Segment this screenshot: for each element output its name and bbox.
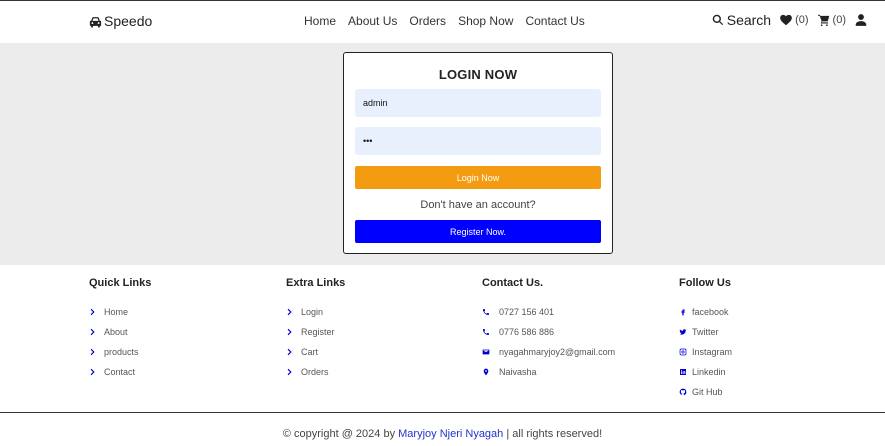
extra-links-title: Extra Links [286, 277, 346, 289]
follow-title: Follow Us [679, 277, 731, 289]
user-icon [855, 14, 867, 26]
footer-divider [0, 412, 885, 413]
login-button[interactable]: Login Now [355, 166, 601, 189]
nav-shop[interactable]: Shop Now [458, 14, 513, 28]
map-pin-icon [483, 368, 489, 376]
footer-link-products[interactable]: products [89, 342, 151, 362]
social-instagram[interactable]: Instagram [679, 342, 732, 362]
social-linkedin[interactable]: Linkedin [679, 362, 732, 382]
cart-icon [817, 14, 829, 27]
nav-orders[interactable]: Orders [409, 14, 446, 28]
no-account-text: Don't have an account? [420, 199, 536, 211]
wishlist-button[interactable]: (0) [779, 13, 809, 27]
user-button[interactable] [854, 13, 868, 27]
username-input[interactable] [355, 89, 601, 117]
contact-column: Contact Us. 0727 156 401 0776 586 886 ny… [482, 277, 615, 382]
header-actions: Search (0) (0) [711, 12, 868, 28]
heart-icon [780, 14, 792, 26]
cart-count: (0) [832, 14, 846, 26]
login-form: LOGIN NOW Login Now Don't have an accoun… [343, 52, 613, 254]
phone-icon [483, 329, 489, 335]
facebook-icon [681, 309, 685, 316]
twitter-icon [679, 329, 687, 335]
footer-link-about[interactable]: About [89, 322, 151, 342]
quick-links-title: Quick Links [89, 277, 152, 289]
chevron-right-icon [90, 368, 95, 376]
site-footer: Quick Links Home About products Contact … [0, 265, 885, 413]
brand-logo[interactable]: Speedo [88, 13, 152, 29]
cart-button[interactable]: (0) [817, 13, 846, 27]
footer-link-contact[interactable]: Contact [89, 362, 151, 382]
brand-name: Speedo [104, 13, 153, 29]
follow-column: Follow Us facebook Twitter Instagram Lin… [679, 277, 732, 402]
footer-link-home[interactable]: Home [89, 302, 151, 322]
author-link[interactable]: Maryjoy Njeri Nyagah [398, 428, 503, 440]
phone-icon [483, 309, 489, 315]
search-label: Search [726, 12, 772, 28]
contact-location: Naivasha [482, 362, 615, 382]
contact-title: Contact Us. [482, 277, 544, 289]
footer-link-login[interactable]: Login [286, 302, 345, 322]
chevron-right-icon [287, 328, 292, 336]
login-title: LOGIN NOW [438, 67, 518, 82]
instagram-icon [679, 348, 687, 356]
contact-email[interactable]: nyagahmaryjoy2@gmail.com [482, 342, 615, 362]
chevron-right-icon [287, 368, 292, 376]
site-header: Speedo Home About Us Orders Shop Now Con… [0, 0, 885, 43]
copyright-text: © copyright @ 2024 by Maryjoy Njeri Nyag… [0, 428, 885, 440]
nav-home[interactable]: Home [304, 14, 336, 28]
contact-phone-1[interactable]: 0727 156 401 [482, 302, 615, 322]
wishlist-count: (0) [795, 14, 809, 26]
envelope-icon [482, 349, 490, 355]
nav-about[interactable]: About Us [348, 14, 397, 28]
footer-link-cart[interactable]: Cart [286, 342, 345, 362]
nav-contact[interactable]: Contact Us [525, 14, 584, 28]
register-button[interactable]: Register Now. [355, 220, 601, 243]
password-input[interactable] [355, 127, 601, 155]
chevron-right-icon [90, 308, 95, 316]
social-facebook[interactable]: facebook [679, 302, 732, 322]
extra-links-column: Extra Links Login Register Cart Orders [286, 277, 345, 382]
github-icon [679, 388, 687, 396]
chevron-right-icon [90, 348, 95, 356]
linkedin-icon [680, 369, 686, 375]
social-github[interactable]: Git Hub [679, 382, 732, 402]
login-section: LOGIN NOW Login Now Don't have an accoun… [0, 43, 885, 265]
chevron-right-icon [287, 348, 292, 356]
social-twitter[interactable]: Twitter [679, 322, 732, 342]
copyright-suffix: | all rights reserved! [503, 428, 603, 440]
footer-link-orders[interactable]: Orders [286, 362, 345, 382]
car-icon [89, 16, 102, 27]
chevron-right-icon [287, 308, 292, 316]
search-button[interactable]: Search [711, 12, 771, 28]
quick-links-column: Quick Links Home About products Contact [89, 277, 151, 382]
copyright-prefix: © copyright @ 2024 by [282, 428, 399, 440]
chevron-right-icon [90, 328, 95, 336]
footer-link-register[interactable]: Register [286, 322, 345, 342]
search-icon [712, 14, 723, 26]
contact-phone-2[interactable]: 0776 586 886 [482, 322, 615, 342]
main-nav: Home About Us Orders Shop Now Contact Us [304, 14, 585, 28]
